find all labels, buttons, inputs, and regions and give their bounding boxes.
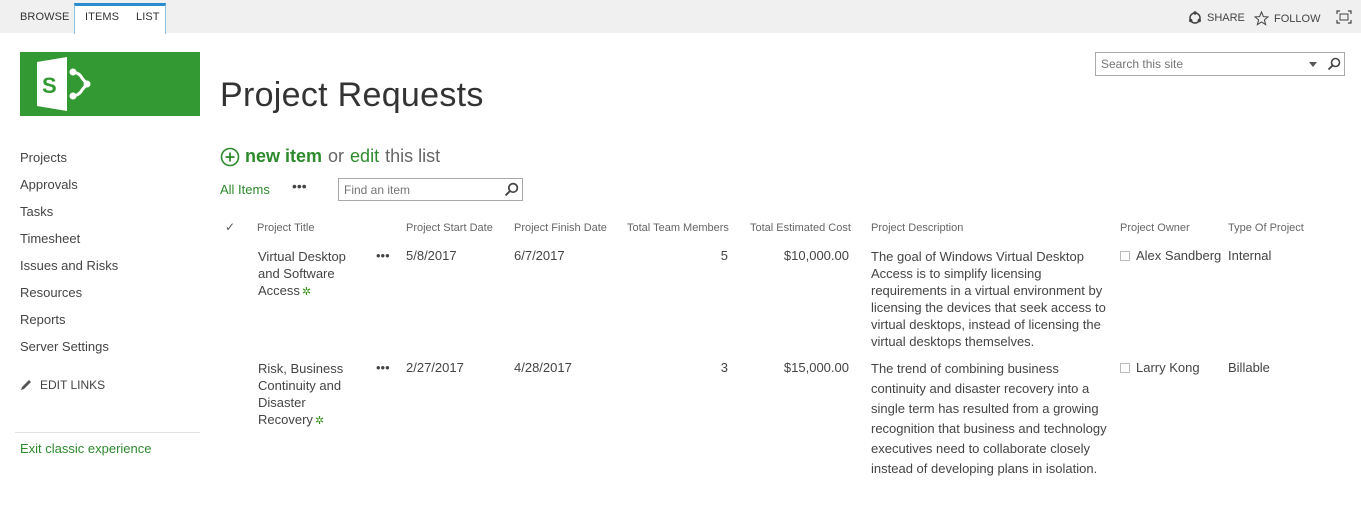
edit-list-link[interactable]: edit <box>350 146 379 167</box>
nav-item-issues-and-risks[interactable]: Issues and Risks <box>20 258 200 285</box>
search-scope-dropdown-icon[interactable] <box>1309 62 1317 67</box>
site-search-input[interactable] <box>1101 57 1301 71</box>
sharepoint-icon: S <box>37 57 91 111</box>
find-item-input[interactable] <box>344 183 494 197</box>
new-item-link[interactable]: new item <box>245 146 322 167</box>
owner-cell: Alex Sandberg <box>1120 248 1221 263</box>
edit-links-label: EDIT LINKS <box>40 378 106 392</box>
svg-text:S: S <box>42 73 57 98</box>
col-header-description[interactable]: Project Description <box>871 222 963 234</box>
col-header-team-members[interactable]: Total Team Members <box>627 222 729 234</box>
view-all-items[interactable]: All Items <box>220 182 270 197</box>
team-members-cell: 5 <box>720 248 728 263</box>
focus-on-content-button[interactable] <box>1336 10 1352 29</box>
project-title-cell[interactable]: Virtual Desktop and Software Access ✲ <box>258 248 348 301</box>
search-icon[interactable] <box>504 182 519 197</box>
finish-date-cell: 6/7/2017 <box>514 248 565 263</box>
follow-button[interactable]: FOLLOW <box>1254 11 1320 26</box>
sharepoint-logo[interactable]: S <box>20 52 200 116</box>
site-search-box[interactable] <box>1095 52 1345 76</box>
item-menu-button[interactable]: ••• <box>376 248 390 263</box>
nav-item-resources[interactable]: Resources <box>20 285 200 312</box>
quick-launch: Projects Approvals Tasks Timesheet Issue… <box>20 150 200 366</box>
col-header-owner[interactable]: Project Owner <box>1120 222 1190 234</box>
new-item-row: new item or edit this list <box>220 146 440 167</box>
more-views-button[interactable]: ••• <box>292 178 307 194</box>
presence-indicator-icon <box>1120 250 1130 261</box>
description-cell: The goal of Windows Virtual Desktop Acce… <box>871 249 1106 349</box>
select-all-checkmark[interactable]: ✓ <box>225 220 235 234</box>
exit-classic-experience-link[interactable]: Exit classic experience <box>20 441 152 456</box>
pencil-icon <box>21 380 31 390</box>
nav-item-projects[interactable]: Projects <box>20 150 200 177</box>
search-icon[interactable] <box>1327 57 1341 71</box>
col-header-project-title[interactable]: Project Title <box>257 222 314 234</box>
owner-cell: Larry Kong <box>1120 360 1200 375</box>
share-label: SHARE <box>1207 12 1245 24</box>
col-header-start-date[interactable]: Project Start Date <box>406 222 493 234</box>
nav-item-server-settings[interactable]: Server Settings <box>20 339 200 366</box>
owner-name[interactable]: Larry Kong <box>1136 360 1200 375</box>
team-members-cell: 3 <box>720 360 728 375</box>
star-icon <box>1254 11 1269 26</box>
share-button[interactable]: SHARE <box>1188 11 1245 25</box>
estimated-cost-cell: $15,000.00 <box>783 360 849 375</box>
start-date-cell: 5/8/2017 <box>406 248 457 263</box>
nav-item-tasks[interactable]: Tasks <box>20 204 200 231</box>
tab-list[interactable]: LIST <box>136 11 160 23</box>
project-title-link[interactable]: Risk, Business Continuity and Disaster R… <box>258 361 343 427</box>
or-text: or <box>328 146 345 166</box>
project-type-cell: Billable <box>1228 360 1270 375</box>
description-cell: The trend of combining business continui… <box>871 361 1107 476</box>
share-icon <box>1189 11 1201 24</box>
project-title-cell[interactable]: Risk, Business Continuity and Disaster R… <box>258 360 348 430</box>
ribbon-bar: BROWSE ITEMS LIST SHARE FOLLOW <box>0 0 1361 34</box>
tab-browse[interactable]: BROWSE <box>20 11 70 23</box>
tab-items[interactable]: ITEMS <box>85 11 119 23</box>
presence-indicator-icon <box>1120 362 1130 373</box>
nav-divider <box>15 432 200 433</box>
item-menu-button[interactable]: ••• <box>376 360 390 375</box>
follow-label: FOLLOW <box>1274 12 1321 25</box>
finish-date-cell: 4/28/2017 <box>514 360 572 375</box>
new-item-icon: ✲ <box>314 415 325 427</box>
find-item-box[interactable] <box>338 178 523 201</box>
start-date-cell: 2/27/2017 <box>406 360 464 375</box>
this-list-text: this list <box>385 146 441 166</box>
nav-item-timesheet[interactable]: Timesheet <box>20 231 200 258</box>
add-circle-icon[interactable] <box>220 147 240 167</box>
project-type-cell: Internal <box>1228 248 1272 263</box>
nav-item-reports[interactable]: Reports <box>20 312 200 339</box>
page-title: Project Requests <box>220 76 484 114</box>
nav-item-approvals[interactable]: Approvals <box>20 177 200 204</box>
owner-name[interactable]: Alex Sandberg <box>1136 248 1221 263</box>
col-header-type[interactable]: Type Of Project <box>1228 222 1304 234</box>
col-header-finish-date[interactable]: Project Finish Date <box>514 222 607 234</box>
col-header-estimated-cost[interactable]: Total Estimated Cost <box>750 222 851 234</box>
fullscreen-icon <box>1336 10 1352 24</box>
estimated-cost-cell: $10,000.00 <box>783 248 849 263</box>
edit-links-button[interactable]: EDIT LINKS <box>20 378 105 392</box>
new-item-icon: ✲ <box>301 286 312 298</box>
